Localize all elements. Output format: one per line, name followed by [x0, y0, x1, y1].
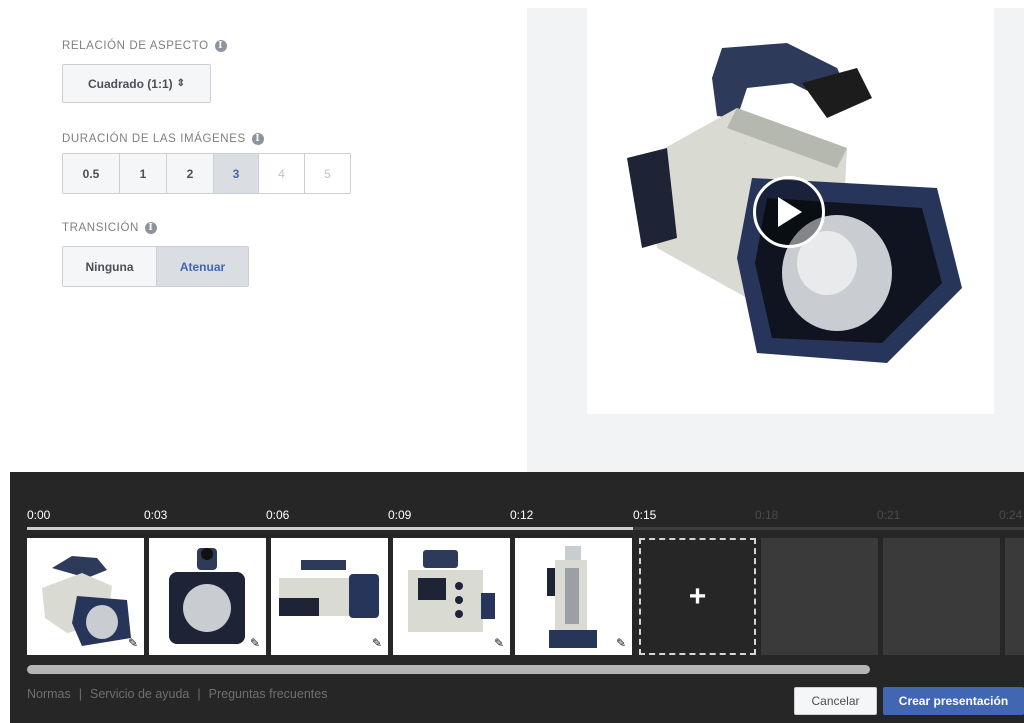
time-tick: 0:24 [999, 508, 1023, 522]
empty-slot [761, 538, 878, 655]
time-tick: 0:00 [27, 508, 51, 522]
plus-icon: + [688, 579, 707, 613]
empty-slot [1005, 538, 1024, 655]
info-icon[interactable]: i [251, 133, 264, 145]
play-button[interactable] [753, 176, 825, 248]
aspect-ratio-label: RELACIÓN DE ASPECTO i [62, 40, 227, 52]
info-icon[interactable]: i [214, 40, 227, 52]
aspect-ratio-title: RELACIÓN DE ASPECTO [62, 40, 209, 52]
transition-title: TRANSICIÓN [62, 222, 139, 234]
duration-option-0-5[interactable]: 0.5 [63, 154, 120, 193]
time-tick: 0:06 [266, 508, 290, 522]
aspect-ratio-value: Cuadrado (1:1) [87, 76, 173, 91]
add-image-button[interactable]: + [639, 538, 756, 655]
slide-thumbnail[interactable]: ✎ [515, 538, 632, 655]
chevron-updown-icon: ⇕ [176, 78, 186, 89]
duration-title: DURACIÓN DE LAS IMÁGENES [62, 133, 246, 145]
play-icon [778, 197, 802, 227]
camera-thumb-image [547, 546, 597, 648]
timeline-progress [27, 527, 633, 530]
separator: | [197, 687, 201, 701]
slideshow-editor: RELACIÓN DE ASPECTO i Cuadrado (1:1) ⇕ D… [0, 0, 1024, 723]
slide-thumbnail[interactable]: ✎ [27, 538, 144, 655]
pencil-icon[interactable]: ✎ [616, 636, 626, 650]
duration-label: DURACIÓN DE LAS IMÁGENES i [62, 133, 264, 145]
time-tick: 0:03 [144, 508, 168, 522]
aspect-ratio-select[interactable]: Cuadrado (1:1) ⇕ [62, 64, 211, 103]
pencil-icon[interactable]: ✎ [128, 636, 138, 650]
cancel-button[interactable]: Cancelar [794, 687, 877, 715]
duration-option-3[interactable]: 3 [214, 154, 259, 193]
camera-thumb-image [408, 550, 495, 632]
time-tick: 0:09 [388, 508, 412, 522]
time-tick: 0:18 [755, 508, 779, 522]
pencil-icon[interactable]: ✎ [372, 636, 382, 650]
slide-thumbnail[interactable]: ✎ [393, 538, 510, 655]
footer-link-preguntas[interactable]: Preguntas frecuentes [209, 687, 328, 701]
create-slideshow-button[interactable]: Crear presentación [883, 687, 1024, 715]
footer-links: Normas | Servicio de ayuda | Preguntas f… [27, 687, 327, 701]
transition-option-atenuar[interactable]: Atenuar [157, 247, 248, 286]
duration-option-2[interactable]: 2 [167, 154, 214, 193]
duration-option-4: 4 [259, 154, 305, 193]
slide-thumbnail[interactable]: ✎ [271, 538, 388, 655]
time-tick: 0:12 [510, 508, 534, 522]
transition-label: TRANSICIÓN i [62, 222, 157, 234]
empty-slot [883, 538, 1000, 655]
camera-thumb-image [169, 548, 245, 644]
footer-link-normas[interactable]: Normas [27, 687, 71, 701]
info-icon[interactable]: i [144, 222, 157, 234]
separator: | [78, 687, 83, 701]
time-tick: 0:21 [877, 508, 901, 522]
duration-selector: 0.5 1 2 3 4 5 [62, 153, 351, 194]
pencil-icon[interactable]: ✎ [494, 636, 504, 650]
transition-selector: Ninguna Atenuar [62, 246, 249, 287]
duration-option-5: 5 [305, 154, 350, 193]
camera-thumb-image [279, 560, 379, 618]
camera-thumb-image [42, 556, 131, 646]
duration-option-1[interactable]: 1 [120, 154, 167, 193]
transition-option-ninguna[interactable]: Ninguna [63, 247, 157, 286]
pencil-icon[interactable]: ✎ [250, 636, 260, 650]
timeline-scrollbar[interactable] [27, 665, 870, 674]
footer-link-ayuda[interactable]: Servicio de ayuda [90, 687, 189, 701]
slide-thumbnail[interactable]: ✎ [149, 538, 266, 655]
time-tick: 0:15 [633, 508, 657, 522]
